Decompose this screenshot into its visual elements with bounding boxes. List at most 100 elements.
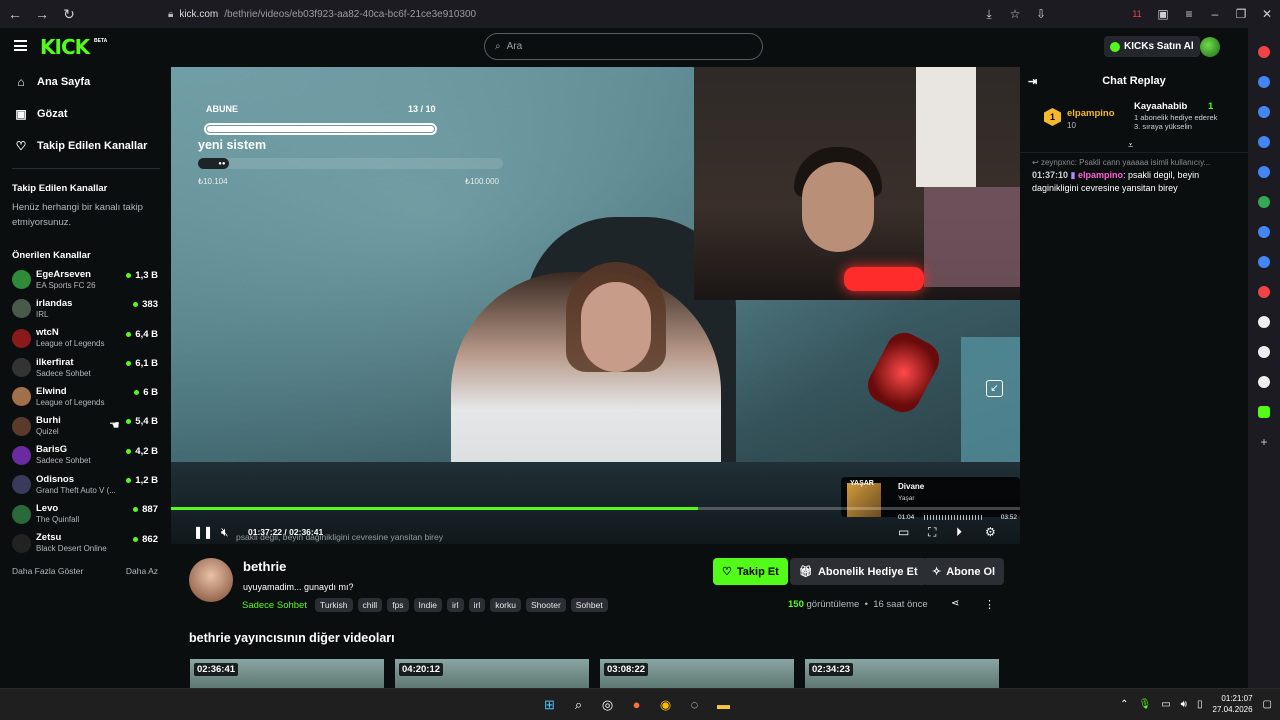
sidebar-channel-item[interactable]: Odisnos Grand Theft Auto V (... 1,2 B [0,470,170,499]
tag-chip[interactable]: Shooter [526,598,566,612]
firefox-icon[interactable]: ● [628,696,645,713]
tag-chip[interactable]: irl [468,598,486,612]
volume-icon[interactable]: 🔊︎ [1181,699,1187,710]
show-more-link[interactable]: Daha Fazla Göster [12,566,83,576]
buy-kicks-button[interactable]: KICKs Satın Al [1104,36,1200,57]
subscribe-button[interactable]: ✧ Abone Ol [923,558,1005,585]
fullscreen-icon[interactable]: ⛶ [928,525,936,540]
expand-leaderboard-icon[interactable]: ⩡ [1128,140,1133,151]
mute-icon[interactable]: 🔇︎ [221,525,229,540]
app-icon[interactable] [1258,376,1270,388]
app-icon[interactable] [1258,316,1270,328]
show-less-link[interactable]: Daha Az [126,566,158,576]
sidebar-channel-item[interactable]: wtcN League of Legends 6,4 B [0,324,170,353]
sidebar-item-following[interactable]: ♡ Takip Edilen Kanallar [0,130,170,162]
streamer-name[interactable]: bethrie [243,559,286,574]
video-thumbnail[interactable]: 02:34:23 [805,659,999,688]
sidebar-channel-item[interactable]: Elwind League of Legends 6 B [0,382,170,411]
tag-chip[interactable]: Indie [413,598,442,612]
pause-icon[interactable]: ❚❚ [193,525,213,539]
app-icon[interactable] [1258,256,1270,268]
follow-button[interactable]: ♡ Takip Et [713,558,788,585]
gift-sub-button[interactable]: 🎁︎ Abonelik Hediye Et [790,558,927,585]
video-thumbnail[interactable]: 04:20:12 [395,659,589,688]
add-app-icon[interactable]: + [1258,436,1270,448]
sidebar-channel-item[interactable]: BarisG Sadece Sohbet 4,2 B [0,441,170,470]
clock[interactable]: 01:21:07 27.04.2026 [1213,693,1253,715]
network-icon[interactable]: ▭ [1161,699,1170,710]
app-icon[interactable] [1258,196,1270,208]
menu-icon[interactable]: ≡ [1176,7,1202,21]
minimize-icon[interactable]: – [1202,7,1228,21]
sidebar-channel-item[interactable]: ilkerfirat Sadece Sohbet 6,1 B [0,353,170,382]
channel-avatar [12,387,31,407]
downloads-icon[interactable]: ⇩ [1028,7,1054,21]
app-icon[interactable] [1258,136,1270,148]
video-player[interactable]: ABUNE 13 / 10 yeni sistem ●● ₺10.104 ₺10… [171,67,1020,544]
restore-icon[interactable]: ❐ [1228,7,1254,21]
app-icon[interactable] [1258,166,1270,178]
forward-icon[interactable]: → [30,2,54,26]
second-gifter-name[interactable]: Kayaahabib [1134,101,1187,112]
channel-viewers: 1,2 B [126,475,158,486]
sidebar-channel-item[interactable]: Zetsu Black Desert Online 862 [0,529,170,558]
file-explorer-icon[interactable]: ▬ [715,696,732,713]
search-input[interactable]: ⌕ Ara [484,33,763,60]
bookmark-star-icon[interactable]: ☆ [1002,7,1028,21]
tag-chip[interactable]: korku [490,598,521,612]
extension-badge-icon[interactable]: 11 [1124,9,1150,19]
picture-in-picture-icon[interactable]: ↙ [986,380,1003,397]
other-videos-list: 02:36:41 04:20:12 03:08:22 02:34:23 [190,659,999,688]
chrome-icon[interactable]: ◉ [657,696,674,713]
hamburger-menu-icon[interactable] [14,40,27,51]
notification-icon[interactable]: ▢ [1263,699,1272,710]
user-avatar[interactable] [1200,37,1220,57]
sidebar-toggle-icon[interactable]: ▣ [1150,7,1176,21]
collapse-chat-icon[interactable]: ⇥ [1028,75,1037,88]
sidebar-channel-item[interactable]: EgeArseven EA Sports FC 26 1,3 B [0,265,170,294]
tag-chip[interactable]: irl [446,598,464,612]
reload-icon[interactable]: ↻ [57,2,81,26]
video-thumbnail[interactable]: 03:08:22 [600,659,794,688]
kick-logo[interactable]: KICK [40,35,90,59]
app-icon[interactable] [1258,286,1270,298]
app-icon[interactable] [1258,46,1270,58]
theater-mode-icon[interactable]: ▭ [898,525,909,539]
windows-start-icon[interactable]: ⊞ [541,696,558,713]
top-gifter-name[interactable]: elpampino [1067,108,1115,119]
close-icon[interactable]: ✕ [1254,7,1280,21]
microphone-icon[interactable]: 🎙︎ [1139,699,1152,710]
tag-chip[interactable]: fps [387,598,409,612]
more-options-icon[interactable]: ⋮ [984,598,995,611]
settings-icon[interactable]: ⚙ [985,525,996,539]
tag-chip[interactable]: chill [357,598,383,612]
sidebar-channel-item[interactable]: Burhi Quizel 5,4 B [0,411,170,440]
playback-speed-icon[interactable]: ⏵ [956,525,962,540]
app-icon[interactable]: ◎ [599,696,616,713]
sidebar-item-home[interactable]: ⌂ Ana Sayfa [0,66,170,98]
app-icon[interactable] [1258,346,1270,358]
chevron-up-icon[interactable]: ⌃ [1120,699,1128,710]
back-icon[interactable]: ← [3,2,27,26]
kick-app-icon[interactable] [1258,406,1270,418]
save-page-icon[interactable]: ⤓ [976,7,1002,22]
seek-bar[interactable] [171,507,1020,510]
tag-chip[interactable]: Turkish [314,598,353,612]
message-author[interactable]: elpampino [1078,170,1123,180]
video-title: uyuyamadim... gunaydı mı? [243,582,354,592]
app-icon[interactable] [1258,106,1270,118]
share-icon[interactable]: ⋖ [951,598,959,609]
category-link[interactable]: Sadece Sohbet [242,600,307,611]
sidebar-channel-item[interactable]: irlandas IRL 383 [0,294,170,323]
streamer-avatar[interactable] [189,558,233,602]
battery-icon[interactable]: ▯ [1197,699,1203,710]
video-thumbnail[interactable]: 02:36:41 [190,659,384,688]
app-icon[interactable]: ◌ [686,696,703,713]
sidebar-item-browse[interactable]: ▣ Gözat [0,98,170,130]
sidebar-channel-item[interactable]: Levo The Quinfall 887 [0,499,170,528]
app-icon[interactable] [1258,226,1270,238]
app-icon[interactable] [1258,76,1270,88]
search-icon[interactable]: ⌕ [570,696,587,713]
address-bar[interactable]: 🔒︎ kick.com/bethrie/videos/eb03f923-aa82… [168,5,476,23]
tag-chip[interactable]: Sohbet [570,598,608,612]
